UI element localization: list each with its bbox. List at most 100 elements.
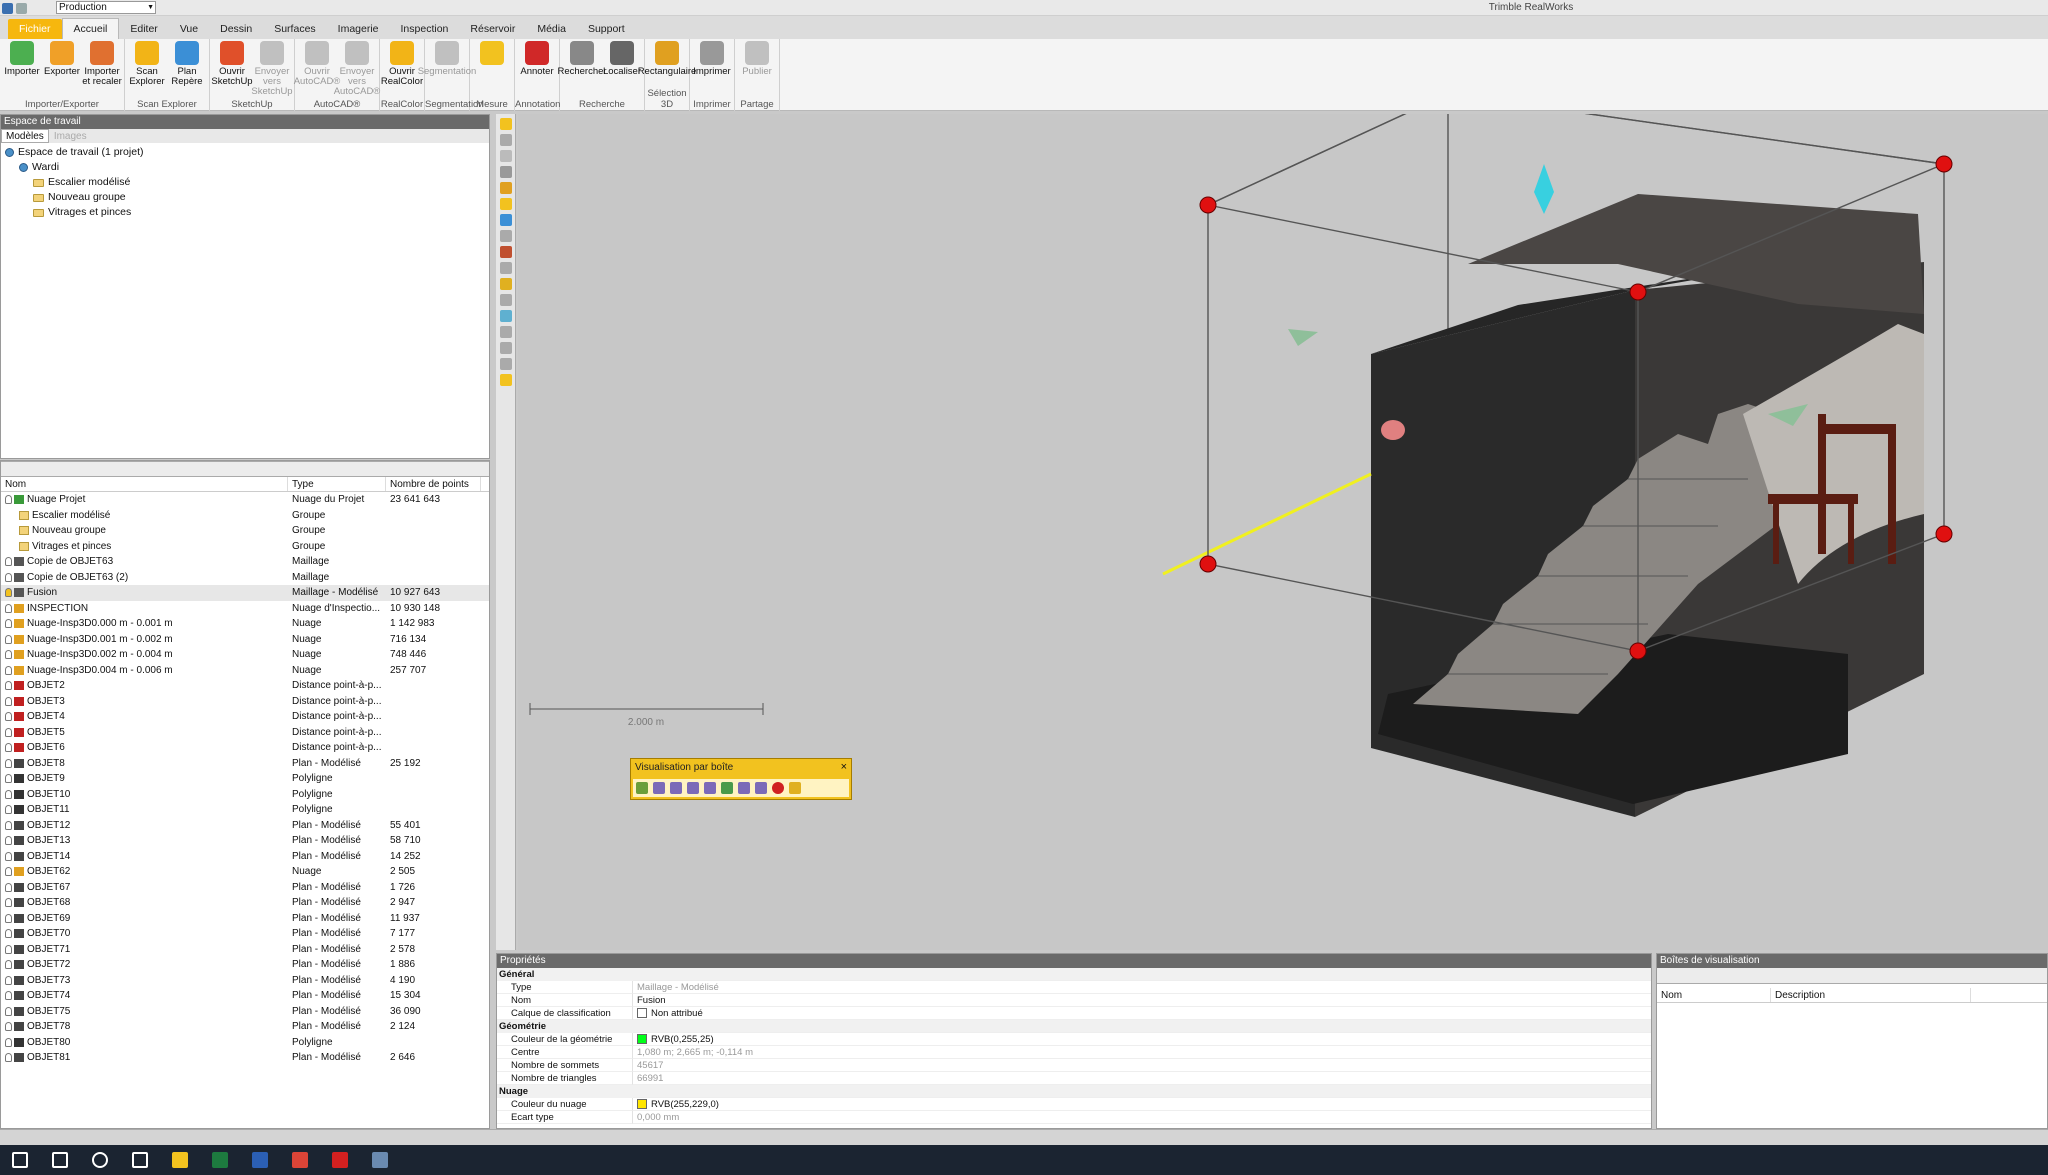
list-row[interactable]: OBJET5 Distance point-à-p... xyxy=(1,725,489,741)
visibility-bulb-icon[interactable] xyxy=(5,650,12,660)
tree-item[interactable]: Escalier modélisé xyxy=(5,175,485,190)
menu-support[interactable]: Support xyxy=(577,19,636,39)
tree-item[interactable]: Wardi xyxy=(5,160,485,175)
view-tool-8-icon[interactable] xyxy=(499,230,512,242)
menu-fichier[interactable]: Fichier xyxy=(8,19,62,39)
list-row[interactable]: OBJET11 Polyligne xyxy=(1,802,489,818)
tree-item[interactable]: Vitrages et pinces xyxy=(5,205,485,220)
list-row[interactable]: OBJET73 Plan - Modélisé 4 190 xyxy=(1,973,489,989)
annoter-button[interactable]: Annoter xyxy=(517,41,557,99)
box-hand-icon[interactable] xyxy=(687,782,699,794)
list-row[interactable]: OBJET78 Plan - Modélisé 2 124 xyxy=(1,1019,489,1035)
visibility-bulb-icon[interactable] xyxy=(5,665,12,675)
tree-item[interactable]: Nouveau groupe xyxy=(5,190,485,205)
col-points-header[interactable]: Nombre de points xyxy=(386,477,481,491)
chrome-button[interactable] xyxy=(280,1145,320,1175)
menu-accueil[interactable]: Accueil xyxy=(61,18,120,39)
list-row[interactable]: Fusion Maillage - Modélisé 10 927 643 xyxy=(1,585,489,601)
segmentation-button[interactable]: Segmentation xyxy=(418,41,476,99)
exporter-button[interactable]: Exporter xyxy=(42,41,82,99)
visibility-bulb-icon[interactable] xyxy=(5,1037,12,1047)
list-row[interactable]: OBJET8 Plan - Modélisé 25 192 xyxy=(1,756,489,772)
view-tool-9-icon[interactable] xyxy=(499,246,512,258)
envoyer-vers-autocad-button[interactable]: Envoyer vers AutoCAD® xyxy=(334,41,380,99)
visibility-bulb-icon[interactable] xyxy=(5,557,12,567)
search-button[interactable] xyxy=(40,1145,80,1175)
menu-inspection[interactable]: Inspection xyxy=(390,19,460,39)
property-value[interactable]: RVB(0,255,25) xyxy=(633,1033,1651,1046)
visibility-bulb-icon[interactable] xyxy=(5,805,12,815)
view-tool-17-icon[interactable] xyxy=(499,374,512,386)
box-link-icon[interactable] xyxy=(738,782,750,794)
close-icon[interactable]: × xyxy=(841,761,847,773)
property-value[interactable]: 1,080 m; 2,665 m; -0,114 m xyxy=(633,1046,1651,1059)
visibility-bulb-icon[interactable] xyxy=(5,603,12,613)
ouvrir-sketchup-button[interactable]: Ouvrir SketchUp xyxy=(211,41,253,99)
view-tool-4-icon[interactable] xyxy=(499,166,512,178)
visibility-bulb-icon[interactable] xyxy=(5,820,12,830)
list-row[interactable]: OBJET4 Distance point-à-p... xyxy=(1,709,489,725)
visibility-bulb-icon[interactable] xyxy=(5,1053,12,1063)
list-row[interactable]: OBJET12 Plan - Modélisé 55 401 xyxy=(1,818,489,834)
menu-editer[interactable]: Editer xyxy=(119,19,168,39)
list-row[interactable]: INSPECTION Nuage d'Inspectio... 10 930 148 xyxy=(1,601,489,617)
list-row[interactable]: OBJET70 Plan - Modélisé 7 177 xyxy=(1,926,489,942)
cortana-button[interactable] xyxy=(80,1145,120,1175)
excel-button[interactable] xyxy=(200,1145,240,1175)
list-row[interactable]: OBJET14 Plan - Modélisé 14 252 xyxy=(1,849,489,865)
task-view-button[interactable] xyxy=(120,1145,160,1175)
menu-reservoir[interactable]: Réservoir xyxy=(459,19,526,39)
visibility-bulb-icon[interactable] xyxy=(5,991,12,1001)
property-value[interactable]: Maillage - Modélisé xyxy=(633,981,1651,994)
visibility-bulb-icon[interactable] xyxy=(5,743,12,753)
list-row[interactable]: OBJET72 Plan - Modélisé 1 886 xyxy=(1,957,489,973)
property-value[interactable]: Non attribué xyxy=(633,1007,1651,1020)
publier-button[interactable]: Publier xyxy=(737,41,777,99)
list-row[interactable]: OBJET69 Plan - Modélisé 11 937 xyxy=(1,911,489,927)
list-row[interactable]: Copie de OBJET63 Maillage xyxy=(1,554,489,570)
list-row[interactable]: OBJET2 Distance point-à-p... xyxy=(1,678,489,694)
acrobat-button[interactable] xyxy=(320,1145,360,1175)
property-value[interactable]: 45617 xyxy=(633,1059,1651,1072)
importer-button[interactable]: Importer xyxy=(2,41,42,99)
list-row[interactable]: OBJET74 Plan - Modélisé 15 304 xyxy=(1,988,489,1004)
list-row[interactable]: OBJET80 Polyligne xyxy=(1,1035,489,1051)
view-tool-14-icon[interactable] xyxy=(499,326,512,338)
list-row[interactable]: OBJET75 Plan - Modélisé 36 090 xyxy=(1,1004,489,1020)
visibility-bulb-icon[interactable] xyxy=(5,681,12,691)
property-value[interactable]: 0,000 mm xyxy=(633,1111,1651,1124)
list-row[interactable]: OBJET6 Distance point-à-p... xyxy=(1,740,489,756)
visibility-bulb-icon[interactable] xyxy=(5,1006,12,1016)
visibility-bulb-icon[interactable] xyxy=(5,727,12,737)
importer-et-recaler-button[interactable]: Importer et recaler xyxy=(82,41,122,99)
visibility-bulb-icon[interactable] xyxy=(5,898,12,908)
menu-dessin[interactable]: Dessin xyxy=(209,19,263,39)
col-type-header[interactable]: Type xyxy=(288,477,386,491)
view-tool-11-icon[interactable] xyxy=(499,278,512,290)
rechercher-button[interactable]: Rechercher xyxy=(557,41,607,99)
list-row[interactable]: Nuage-Insp3D0.001 m - 0.002 m Nuage 716 13… xyxy=(1,632,489,648)
imprimer-button[interactable]: Imprimer xyxy=(692,41,732,99)
list-row[interactable]: Copie de OBJET63 (2) Maillage xyxy=(1,570,489,586)
list-row[interactable]: OBJET10 Polyligne xyxy=(1,787,489,803)
list-row[interactable]: Nuage-Insp3D0.002 m - 0.004 m Nuage 748 44… xyxy=(1,647,489,663)
visibility-bulb-icon[interactable] xyxy=(5,712,12,722)
box-save-icon[interactable] xyxy=(789,782,801,794)
realworks-button[interactable] xyxy=(360,1145,400,1175)
view-tool-2-icon[interactable] xyxy=(499,134,512,146)
visibility-bulb-icon[interactable] xyxy=(5,619,12,629)
col-name-header[interactable]: Nom xyxy=(1,477,288,491)
box-select-icon[interactable] xyxy=(636,782,648,794)
visibility-bulb-icon[interactable] xyxy=(5,944,12,954)
view-tool-10-icon[interactable] xyxy=(499,262,512,274)
property-category[interactable]: Nuage xyxy=(497,1085,1651,1098)
menu-vue[interactable]: Vue xyxy=(169,19,209,39)
menu-imagerie[interactable]: Imagerie xyxy=(327,19,390,39)
visibility-bulb-icon[interactable] xyxy=(5,696,12,706)
visibility-bulb-icon[interactable] xyxy=(5,929,12,939)
visibility-bulb-icon[interactable] xyxy=(5,836,12,846)
box-reset-icon[interactable] xyxy=(704,782,716,794)
list-row[interactable]: Vitrages et pinces Groupe xyxy=(1,539,489,555)
visibility-bulb-icon[interactable] xyxy=(5,913,12,923)
move-icon[interactable] xyxy=(653,782,665,794)
